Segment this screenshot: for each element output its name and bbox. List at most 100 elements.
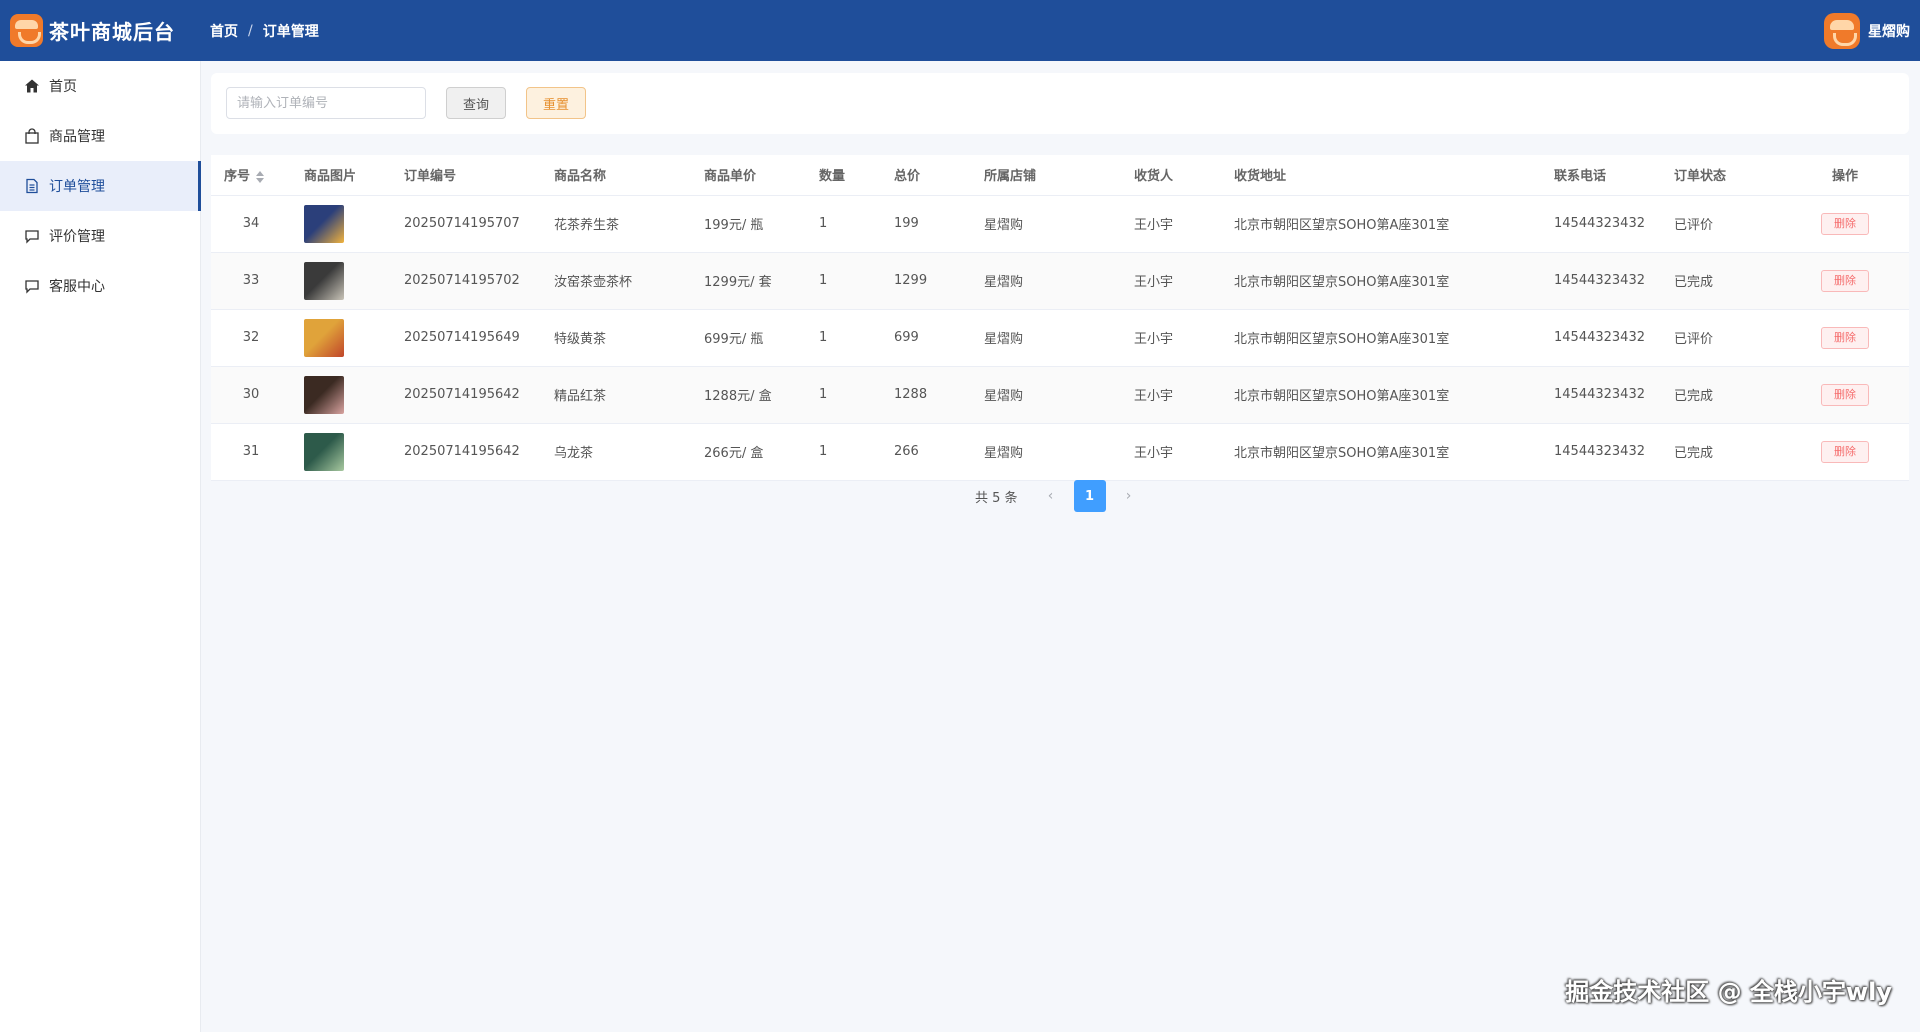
bag-icon xyxy=(24,128,40,144)
cell-image xyxy=(291,309,391,367)
cell-address: 北京市朝阳区望京SOHO第A座301室 xyxy=(1221,309,1541,367)
breadcrumb-home[interactable]: 首页 xyxy=(210,21,238,41)
cell-quantity: 1 xyxy=(806,423,881,481)
cell-shop: 星熠购 xyxy=(971,195,1121,253)
cell-total: 1299 xyxy=(881,252,971,310)
sidebar-item-service[interactable]: 客服中心 xyxy=(0,261,200,311)
product-thumbnail[interactable] xyxy=(304,261,344,300)
cell-shop: 星熠购 xyxy=(971,252,1121,310)
sort-icon[interactable] xyxy=(256,170,265,183)
cell-actions: 删除 xyxy=(1781,423,1909,481)
cell-actions: 删除 xyxy=(1781,195,1909,253)
cell-status: 已完成 xyxy=(1661,366,1781,424)
sidebar-item-orders[interactable]: 订单管理 xyxy=(0,161,201,211)
cell-order-no: 20250714195707 xyxy=(391,195,541,253)
sidebar-item-reviews[interactable]: 评价管理 xyxy=(0,211,200,261)
user-menu[interactable]: 星熠购 xyxy=(1824,0,1910,61)
column-header-unit-price: 商品单价 xyxy=(691,155,806,196)
pagination: 共 5 条 ‹ 1 › xyxy=(975,480,1144,512)
sidebar-item-home[interactable]: 首页 xyxy=(0,61,200,111)
cell-unit-price: 199元/ 瓶 xyxy=(691,195,806,253)
cell-quantity: 1 xyxy=(806,309,881,367)
cell-status: 已完成 xyxy=(1661,423,1781,481)
product-thumbnail[interactable] xyxy=(304,432,344,471)
column-header-shop: 所属店铺 xyxy=(971,155,1121,196)
cell-phone: 14544323432 xyxy=(1541,309,1661,367)
sidebar-item-label: 评价管理 xyxy=(49,229,105,245)
column-header-actions: 操作 xyxy=(1781,155,1909,196)
cell-actions: 删除 xyxy=(1781,366,1909,424)
cell-total: 266 xyxy=(881,423,971,481)
order-number-search-input[interactable] xyxy=(226,87,426,119)
cell-image xyxy=(291,252,391,310)
cell-receiver: 王小宇 xyxy=(1121,309,1221,367)
watermark: 掘金技术社区 @ 全栈小宇wly xyxy=(1565,978,1892,1006)
column-header-receiver: 收货人 xyxy=(1121,155,1221,196)
cell-address: 北京市朝阳区望京SOHO第A座301室 xyxy=(1221,195,1541,253)
delete-button[interactable]: 删除 xyxy=(1821,440,1869,463)
column-header-id[interactable]: 序号 xyxy=(211,155,291,196)
prev-page-icon[interactable]: ‹ xyxy=(1036,488,1066,504)
column-header-address: 收货地址 xyxy=(1221,155,1541,196)
cell-receiver: 王小宇 xyxy=(1121,366,1221,424)
column-header-phone: 联系电话 xyxy=(1541,155,1661,196)
cell-status: 已评价 xyxy=(1661,309,1781,367)
breadcrumb-separator: / xyxy=(248,22,253,39)
page-button-current[interactable]: 1 xyxy=(1073,480,1106,512)
sidebar-item-products[interactable]: 商品管理 xyxy=(0,111,200,161)
cell-receiver: 王小宇 xyxy=(1121,423,1221,481)
sidebar-item-label: 订单管理 xyxy=(49,179,105,195)
query-button[interactable]: 查询 xyxy=(446,87,506,119)
cell-unit-price: 266元/ 盒 xyxy=(691,423,806,481)
table-row: 31 20250714195642 乌龙茶 266元/ 盒 1 266 星熠购 … xyxy=(211,423,1909,481)
table-row: 30 20250714195642 精品红茶 1288元/ 盒 1 1288 星… xyxy=(211,366,1909,424)
delete-button[interactable]: 删除 xyxy=(1821,326,1869,349)
logo-icon xyxy=(10,14,43,47)
cell-image xyxy=(291,366,391,424)
cell-total: 199 xyxy=(881,195,971,253)
pagination-total: 共 5 条 xyxy=(975,490,1018,506)
delete-button[interactable]: 删除 xyxy=(1821,212,1869,235)
cell-id: 31 xyxy=(211,423,291,481)
reset-button[interactable]: 重置 xyxy=(526,87,586,119)
next-page-icon[interactable]: › xyxy=(1114,488,1144,504)
breadcrumb: 首页 / 订单管理 xyxy=(210,21,319,41)
delete-button[interactable]: 删除 xyxy=(1821,383,1869,406)
product-thumbnail[interactable] xyxy=(304,318,344,357)
document-icon xyxy=(24,178,40,194)
cell-total: 1288 xyxy=(881,366,971,424)
cell-shop: 星熠购 xyxy=(971,423,1121,481)
sidebar-item-label: 首页 xyxy=(49,79,77,95)
product-thumbnail[interactable] xyxy=(304,375,344,414)
column-header-quantity: 数量 xyxy=(806,155,881,196)
cell-address: 北京市朝阳区望京SOHO第A座301室 xyxy=(1221,423,1541,481)
cell-status: 已完成 xyxy=(1661,252,1781,310)
cell-unit-price: 699元/ 瓶 xyxy=(691,309,806,367)
cell-order-no: 20250714195649 xyxy=(391,309,541,367)
column-header-total: 总价 xyxy=(881,155,971,196)
cell-quantity: 1 xyxy=(806,252,881,310)
table-row: 34 20250714195707 花茶养生茶 199元/ 瓶 1 199 星熠… xyxy=(211,195,1909,253)
home-icon xyxy=(24,78,40,94)
table-row: 33 20250714195702 汝窑茶壶茶杯 1299元/ 套 1 1299… xyxy=(211,252,1909,310)
user-name[interactable]: 星熠购 xyxy=(1868,21,1910,41)
cell-order-no: 20250714195642 xyxy=(391,366,541,424)
orders-table: 序号 商品图片 订单编号 商品名称 商品单价 数量 总价 所属店铺 收货人 收货… xyxy=(211,155,1909,481)
cell-phone: 14544323432 xyxy=(1541,366,1661,424)
cell-receiver: 王小宇 xyxy=(1121,252,1221,310)
avatar[interactable] xyxy=(1824,12,1860,49)
app-title: 茶叶商城后台 xyxy=(49,20,175,44)
cell-unit-price: 1299元/ 套 xyxy=(691,252,806,310)
column-header-product-name: 商品名称 xyxy=(541,155,691,196)
cell-shop: 星熠购 xyxy=(971,309,1121,367)
cell-product-name: 乌龙茶 xyxy=(541,423,691,481)
cell-id: 32 xyxy=(211,309,291,367)
cell-phone: 14544323432 xyxy=(1541,195,1661,253)
cell-actions: 删除 xyxy=(1781,309,1909,367)
product-thumbnail[interactable] xyxy=(304,204,344,243)
brand[interactable]: 茶叶商城后台 xyxy=(0,14,200,47)
cell-phone: 14544323432 xyxy=(1541,423,1661,481)
table-row: 32 20250714195649 特级黄茶 699元/ 瓶 1 699 星熠购… xyxy=(211,309,1909,367)
sidebar-item-label: 客服中心 xyxy=(49,279,105,295)
delete-button[interactable]: 删除 xyxy=(1821,269,1869,292)
